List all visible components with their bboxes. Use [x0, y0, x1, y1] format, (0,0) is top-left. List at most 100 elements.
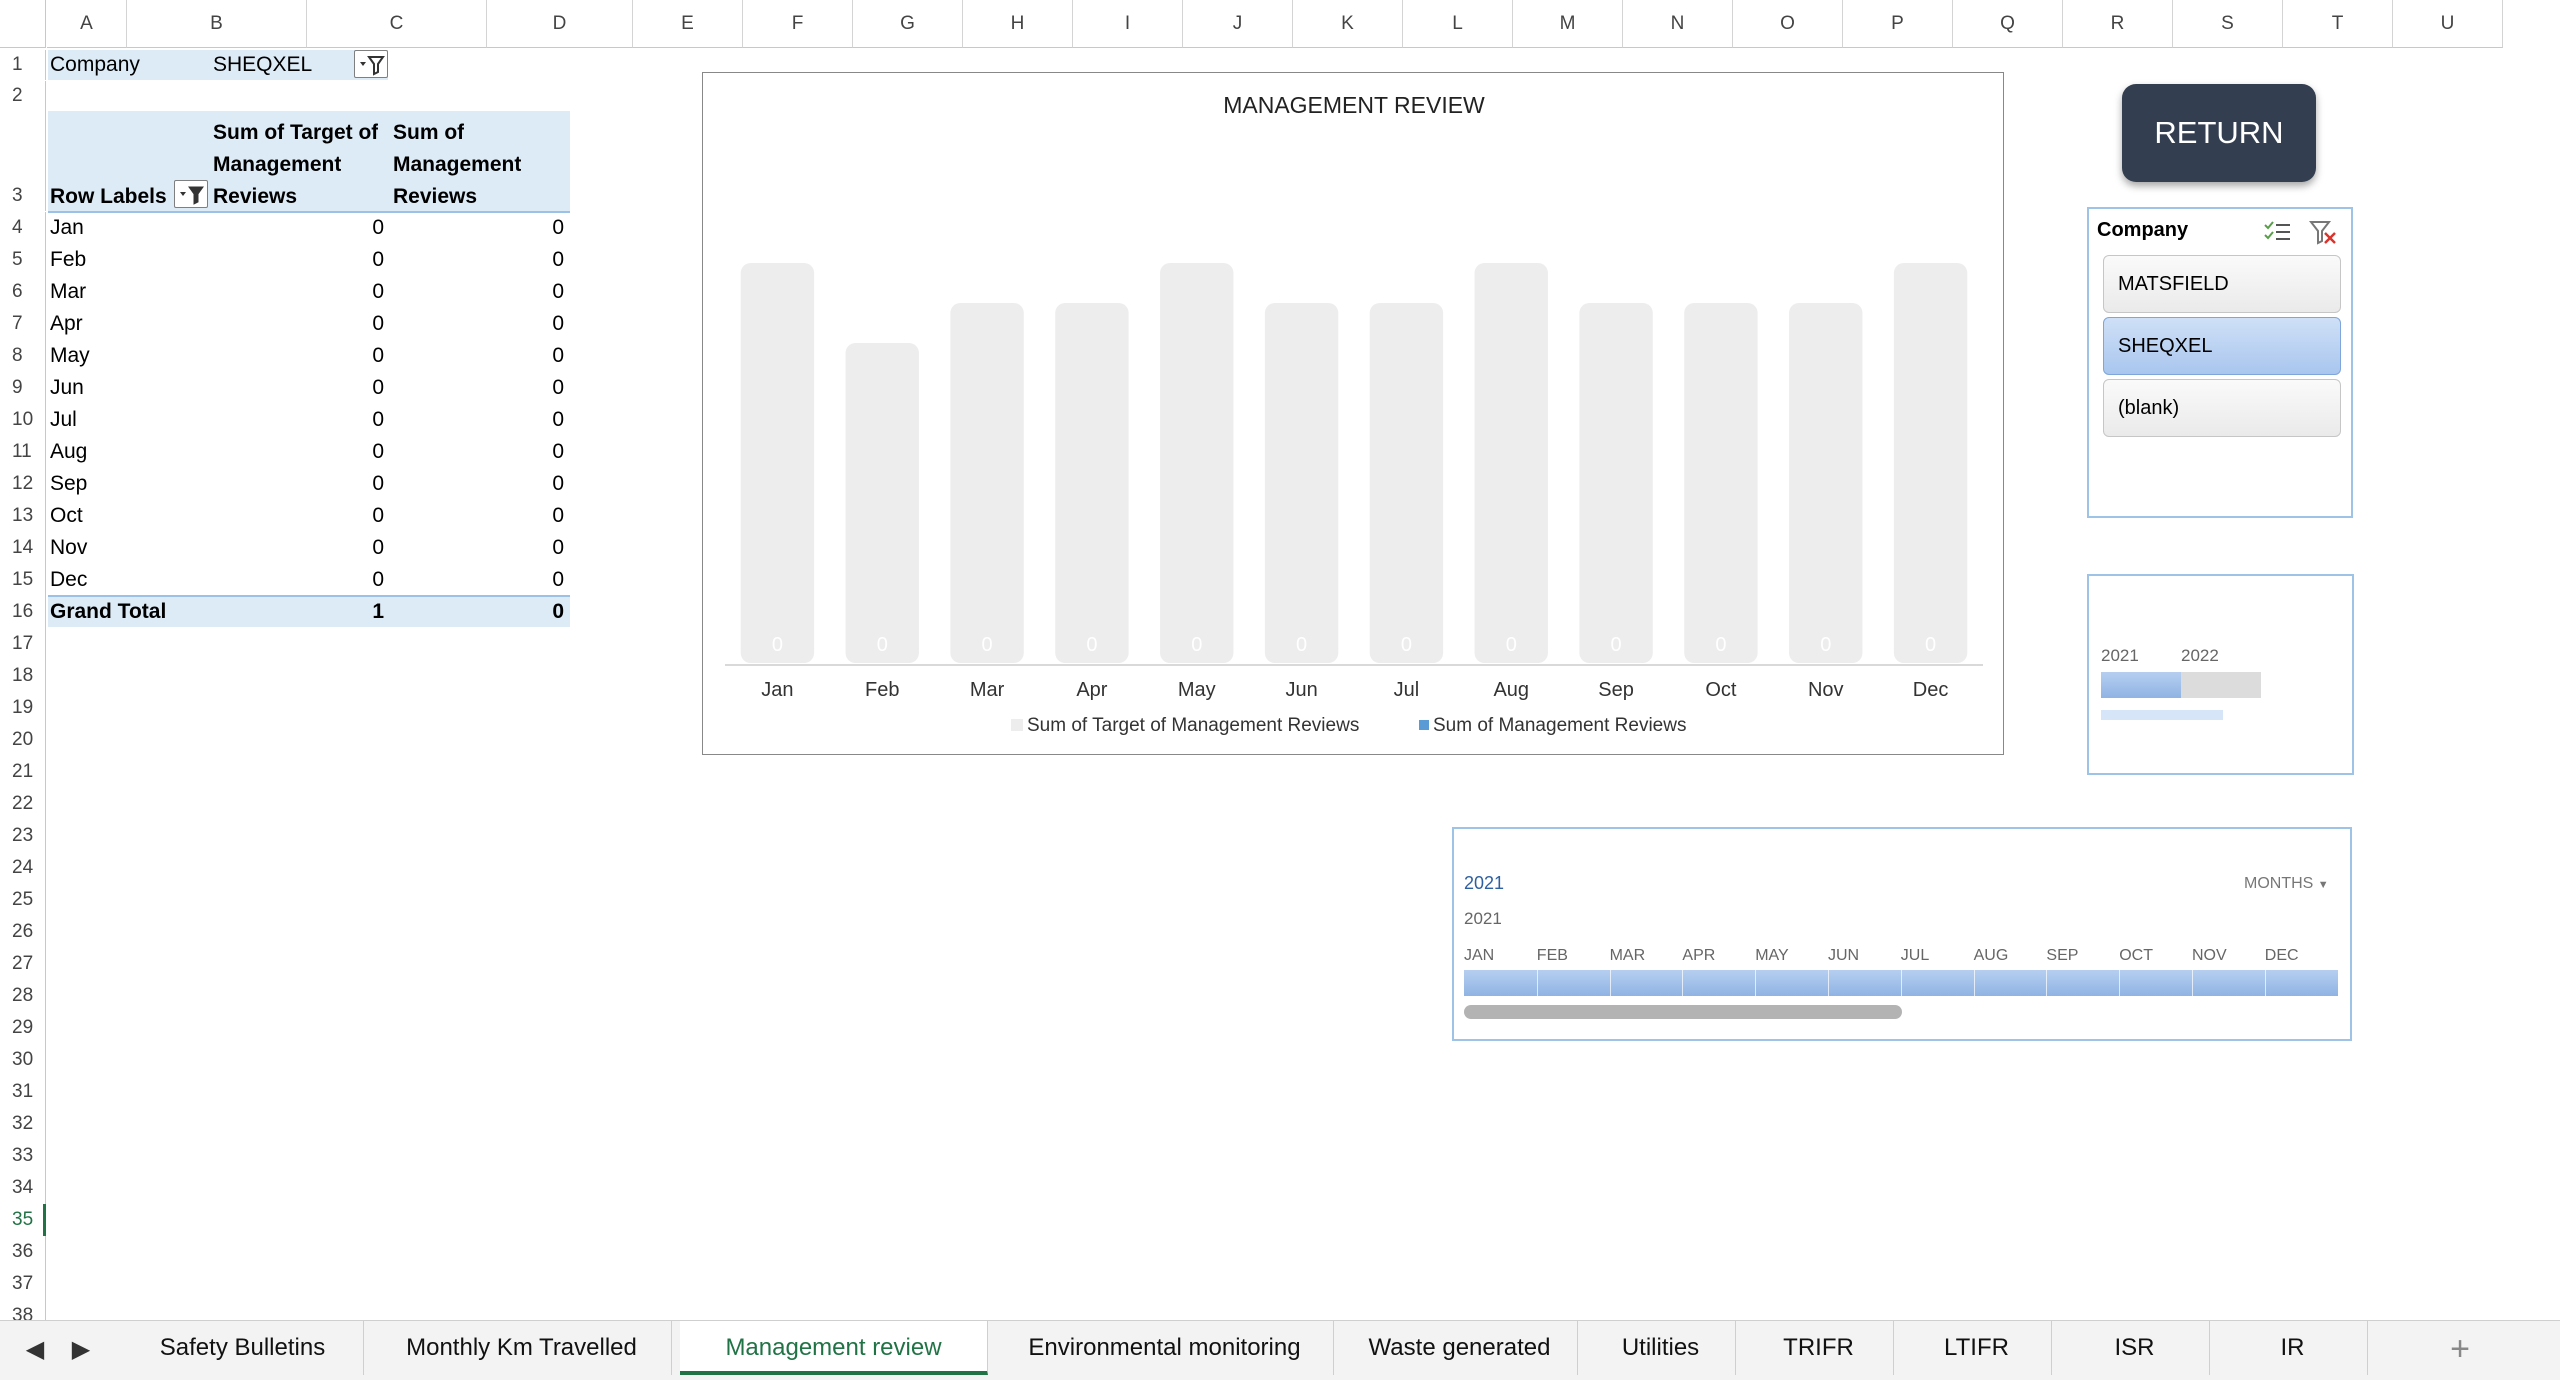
- timeline-month-oct[interactable]: OCT: [2119, 947, 2153, 965]
- timeline-month-aug[interactable]: AUG: [1974, 947, 2009, 965]
- row-header-18[interactable]: 18: [0, 660, 46, 692]
- timeline-month-dec[interactable]: DEC: [2265, 947, 2299, 965]
- column-header-j[interactable]: J: [1183, 0, 1293, 48]
- tab-ir[interactable]: IR: [2218, 1321, 2368, 1375]
- pivot-row-target[interactable]: 0: [210, 244, 388, 276]
- pivot-row-sum[interactable]: 0: [390, 308, 568, 340]
- timeline-month-jul[interactable]: JUL: [1901, 947, 1929, 965]
- slicer-item-matsfield[interactable]: MATSFIELD: [2103, 255, 2341, 313]
- row-header-32[interactable]: 32: [0, 1108, 46, 1140]
- column-header-f[interactable]: F: [743, 0, 853, 48]
- pivot-row-target[interactable]: 0: [210, 340, 388, 372]
- pivot-row-label[interactable]: Sep: [50, 468, 200, 500]
- management-review-chart[interactable]: MANAGEMENT REVIEW 0 Jan 0 Feb 0 Mar 0 Apr 0 May 0 Ju…: [702, 72, 2004, 755]
- row-header-38[interactable]: 38: [0, 1300, 46, 1320]
- row-header-27[interactable]: 27: [0, 948, 46, 980]
- row-header-13[interactable]: 13: [0, 500, 46, 532]
- select-all-corner[interactable]: [0, 0, 46, 48]
- add-sheet-button[interactable]: +: [2438, 1329, 2482, 1369]
- row-header-19[interactable]: 19: [0, 692, 46, 724]
- row-header-8[interactable]: 8: [0, 340, 46, 372]
- company-filter-button[interactable]: [354, 50, 388, 78]
- row-header-23[interactable]: 23: [0, 820, 46, 852]
- row-header-37[interactable]: 37: [0, 1268, 46, 1300]
- pivot-row-label[interactable]: Apr: [50, 308, 200, 340]
- tab-waste-generated[interactable]: Waste generated: [1342, 1321, 1578, 1375]
- pivot-row-target[interactable]: 0: [210, 468, 388, 500]
- row-header-11[interactable]: 11: [0, 436, 46, 468]
- pivot-row-label[interactable]: Dec: [50, 564, 200, 596]
- pivot-row-target[interactable]: 0: [210, 308, 388, 340]
- row-header-31[interactable]: 31: [0, 1076, 46, 1108]
- row-header-6[interactable]: 6: [0, 276, 46, 308]
- column-header-n[interactable]: N: [1623, 0, 1733, 48]
- column-header-i[interactable]: I: [1073, 0, 1183, 48]
- timeline-month-may[interactable]: MAY: [1755, 947, 1788, 965]
- row-header-34[interactable]: 34: [0, 1172, 46, 1204]
- slicer-item-blank[interactable]: (blank): [2103, 379, 2341, 437]
- pivot-row-label[interactable]: Jan: [50, 212, 200, 244]
- timeline-month-nov[interactable]: NOV: [2192, 947, 2227, 965]
- row-header-12[interactable]: 12: [0, 468, 46, 500]
- column-header-m[interactable]: M: [1513, 0, 1623, 48]
- tab-management-review[interactable]: Management review: [680, 1321, 988, 1375]
- timeline-level-dropdown[interactable]: MONTHS ▼: [2244, 875, 2329, 893]
- pivot-row-target[interactable]: 0: [210, 564, 388, 596]
- column-header-c[interactable]: C: [307, 0, 487, 48]
- pivot-row-sum[interactable]: 0: [390, 404, 568, 436]
- row-header-16[interactable]: 16: [0, 596, 46, 628]
- row-header-24[interactable]: 24: [0, 852, 46, 884]
- pivot-row-target[interactable]: 0: [210, 436, 388, 468]
- company-slicer[interactable]: Company MATSFIELD SHEQXEL (blank): [2087, 207, 2353, 518]
- column-header-p[interactable]: P: [1843, 0, 1953, 48]
- row-header-14[interactable]: 14: [0, 532, 46, 564]
- pivot-row-target[interactable]: 0: [210, 212, 388, 244]
- timeline-month-jun[interactable]: JUN: [1828, 947, 1859, 965]
- column-header-l[interactable]: L: [1403, 0, 1513, 48]
- pivot-row-sum[interactable]: 0: [390, 564, 568, 596]
- pivot-row-label[interactable]: Feb: [50, 244, 200, 276]
- row-header-26[interactable]: 26: [0, 916, 46, 948]
- pivot-row-target[interactable]: 0: [210, 500, 388, 532]
- pivot-row-target[interactable]: 0: [210, 404, 388, 436]
- row-header-30[interactable]: 30: [0, 1044, 46, 1076]
- row-header-25[interactable]: 25: [0, 884, 46, 916]
- pivot-row-label[interactable]: Jul: [50, 404, 200, 436]
- tab-isr[interactable]: ISR: [2060, 1321, 2210, 1375]
- year-scrollbar[interactable]: [2101, 710, 2223, 720]
- grand-total-label[interactable]: Grand Total: [50, 597, 166, 627]
- column-header-u[interactable]: U: [2393, 0, 2503, 48]
- tab-environmental-monitoring[interactable]: Environmental monitoring: [996, 1321, 1334, 1375]
- row-header-2[interactable]: 2: [0, 81, 46, 111]
- row-header-1[interactable]: 1: [0, 50, 46, 80]
- pivot-row-sum[interactable]: 0: [390, 468, 568, 500]
- pivot-row-label[interactable]: Jun: [50, 372, 200, 404]
- pivot-row-target[interactable]: 0: [210, 372, 388, 404]
- row-labels-header[interactable]: Row Labels: [50, 183, 167, 211]
- pivot-row-target[interactable]: 0: [210, 532, 388, 564]
- column-header-q[interactable]: Q: [1953, 0, 2063, 48]
- column-header-t[interactable]: T: [2283, 0, 2393, 48]
- row-header-22[interactable]: 22: [0, 788, 46, 820]
- row-header-15[interactable]: 15: [0, 564, 46, 596]
- spreadsheet-grid[interactable]: ABCDEFGHIJKLMNOPQRSTU 1 2 3 4 5 6 7 8 9 10 11 12 13 1…: [0, 0, 2560, 1320]
- row-header-35[interactable]: 35: [0, 1204, 46, 1236]
- year-bar-2022[interactable]: [2181, 672, 2261, 698]
- pivot-row-sum[interactable]: 0: [390, 212, 568, 244]
- pivot-row-sum[interactable]: 0: [390, 436, 568, 468]
- pivot-row-sum[interactable]: 0: [390, 276, 568, 308]
- timeline-month-apr[interactable]: APR: [1682, 947, 1715, 965]
- pivot-row-label[interactable]: May: [50, 340, 200, 372]
- column-header-r[interactable]: R: [2063, 0, 2173, 48]
- row-header-21[interactable]: 21: [0, 756, 46, 788]
- pivot-row-sum[interactable]: 0: [390, 372, 568, 404]
- column-header-g[interactable]: G: [853, 0, 963, 48]
- grand-total-target[interactable]: 1: [210, 597, 388, 627]
- row-header-10[interactable]: 10: [0, 404, 46, 436]
- column-header-k[interactable]: K: [1293, 0, 1403, 48]
- pivot-row-target[interactable]: 0: [210, 276, 388, 308]
- grand-total-sum[interactable]: 0: [390, 597, 568, 627]
- row-header-28[interactable]: 28: [0, 980, 46, 1012]
- pivot-row-sum[interactable]: 0: [390, 244, 568, 276]
- column-header-o[interactable]: O: [1733, 0, 1843, 48]
